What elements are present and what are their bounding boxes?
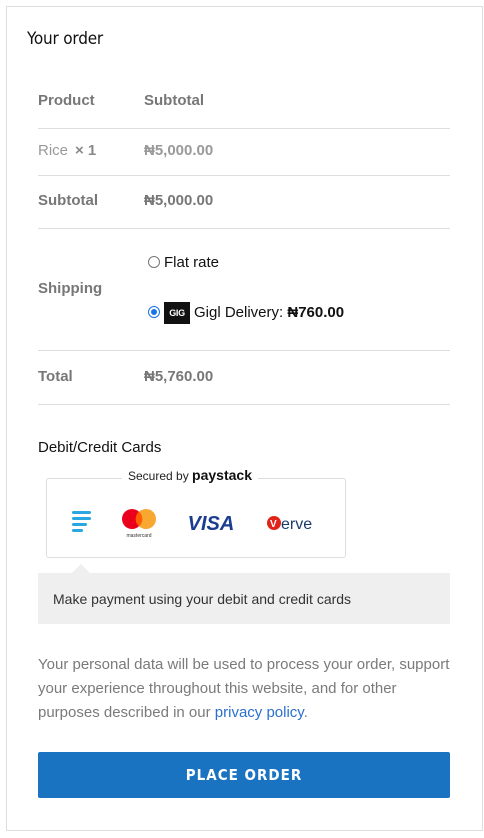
mastercard-icon: mastercard: [122, 509, 156, 539]
cart-item-name: Rice: [38, 142, 69, 159]
place-order-button[interactable]: PLACE ORDER: [38, 752, 450, 798]
subtotal-label: Subtotal: [38, 192, 98, 209]
flat-rate-radio[interactable]: [148, 256, 160, 268]
divider: [38, 404, 450, 405]
svg-text:VISA: VISA: [188, 513, 235, 535]
gigl-delivery-label[interactable]: Gigl Delivery: ₦760.00: [194, 304, 344, 321]
total-value: ₦5,760.00: [144, 368, 214, 385]
card-logos: mastercard VISA V erve: [72, 509, 312, 539]
subtotal-value: ₦5,000.00: [144, 192, 214, 209]
svg-text:mastercard: mastercard: [126, 533, 151, 539]
privacy-policy-link[interactable]: privacy policy: [215, 704, 304, 721]
secured-prefix: Secured by: [128, 469, 189, 483]
gigl-delivery-radio[interactable]: [148, 306, 160, 318]
svg-text:erve: erve: [281, 516, 312, 533]
card-logos-box: mastercard VISA V erve: [46, 478, 346, 558]
secured-by-paystack: Secured by paystack: [122, 467, 258, 483]
column-product: Product: [38, 92, 95, 109]
divider: [38, 175, 450, 176]
paystack-icon: [72, 511, 91, 532]
shipping-label: Shipping: [38, 280, 103, 297]
divider: [38, 350, 450, 351]
gig-logo-icon: GIG: [164, 302, 190, 324]
flat-rate-label[interactable]: Flat rate: [164, 254, 219, 271]
payment-method-title[interactable]: Debit/Credit Cards: [38, 439, 161, 456]
payment-description-box: Make payment using your debit and credit…: [38, 564, 450, 624]
gigl-delivery-text: Gigl Delivery:: [194, 304, 288, 321]
divider: [38, 228, 450, 229]
total-label: Total: [38, 368, 73, 385]
gigl-delivery-price: ₦760.00: [287, 304, 345, 321]
svg-text:V: V: [270, 519, 277, 530]
paystack-brand: paystack: [192, 467, 252, 483]
privacy-end: .: [303, 704, 308, 721]
order-heading: Your order: [27, 29, 104, 49]
visa-icon: VISA: [188, 513, 235, 535]
column-subtotal: Subtotal: [144, 92, 204, 109]
privacy-notice: Your personal data will be used to proce…: [38, 653, 450, 725]
cart-item-subtotal: ₦5,000.00: [144, 142, 214, 159]
payment-description: Make payment using your debit and credit…: [53, 591, 352, 607]
divider: [38, 128, 450, 129]
cart-item-quantity: × 1: [75, 142, 97, 159]
verve-icon: V erve: [267, 516, 312, 533]
